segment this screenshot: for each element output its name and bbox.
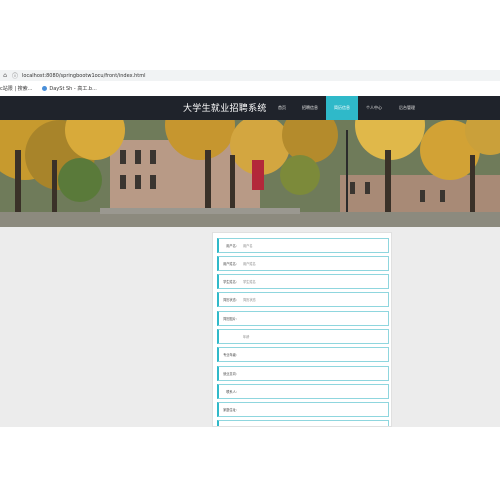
main-nav: 首页 招聘信息 简历信息 个人中心 后台管理 (270, 96, 424, 120)
field-label: 学生姓名： (223, 280, 239, 284)
field-placeholder: 用户姓名 (243, 262, 256, 266)
form-field-user-name[interactable]: 用户姓名： 用户姓名 (217, 256, 389, 271)
banner-image (0, 120, 500, 227)
field-label: 用户姓名： (223, 262, 239, 266)
info-icon[interactable]: ⓘ (10, 71, 20, 80)
form-field-contact[interactable]: 联系人： (217, 384, 389, 399)
field-label: 专业年级： (223, 353, 239, 357)
url-text[interactable]: localhost:8080/springbootw1ocu/front/ind… (22, 73, 146, 79)
nav-item-home[interactable]: 首页 (270, 96, 294, 120)
field-label: 用户名： (226, 244, 239, 248)
field-label: 联系人： (226, 390, 239, 394)
site-header: 大学生就业招聘系统 首页 招聘信息 简历信息 个人中心 后台管理 (0, 96, 500, 120)
nav-item-resume[interactable]: 简历信息 (326, 96, 358, 120)
form-field-address[interactable]: 家庭住址： (217, 402, 389, 417)
bookmark-item[interactable]: DaySt Sh - 高工.b... (42, 85, 97, 92)
form-field-resume-image[interactable]: 简历图片： (217, 311, 389, 326)
field-placeholder: 用户名 (243, 244, 253, 248)
field-placeholder: 学生姓名 (243, 280, 256, 284)
form-field-age[interactable]: 年龄 (217, 329, 389, 344)
globe-icon (42, 85, 48, 91)
field-placeholder: 简历状态 (243, 298, 256, 302)
bookmark-item[interactable]: c站限 | 搜索... (0, 85, 32, 92)
nav-item-jobs[interactable]: 招聘信息 (294, 96, 326, 120)
address-bar[interactable]: ⌂ ⓘ localhost:8080/springbootw1ocu/front… (0, 70, 500, 81)
site-title: 大学生就业招聘系统 (183, 104, 267, 114)
nav-item-admin[interactable]: 后台管理 (390, 96, 424, 120)
field-label: 简历状态： (223, 298, 239, 302)
form-field-extra[interactable] (217, 420, 389, 426)
bookmarks-bar: c站限 | 搜索... DaySt Sh - 高工.b... (0, 83, 500, 93)
home-icon[interactable]: ⌂ (0, 72, 10, 79)
bookmark-label: DaySt Sh - 高工.b... (49, 85, 97, 92)
form-field-major[interactable]: 专业年级： (217, 347, 389, 362)
nav-item-profile[interactable]: 个人中心 (358, 96, 390, 120)
field-label: 家庭住址： (223, 408, 239, 412)
form-field-student-name[interactable]: 学生姓名： 学生姓名 (217, 274, 389, 289)
field-label: 就业意向： (223, 372, 239, 376)
form-field-username[interactable]: 用户名： 用户名 (217, 238, 389, 253)
field-placeholder: 年龄 (243, 335, 250, 339)
form-field-intention[interactable]: 就业意向： (217, 366, 389, 381)
bookmark-label: c站限 | 搜索... (0, 85, 33, 92)
resume-form: 用户名： 用户名 用户姓名： 用户姓名 学生姓名： 学生姓名 简历状态： 简历状… (212, 232, 392, 427)
field-label: 简历图片： (223, 317, 239, 321)
form-field-resume-status[interactable]: 简历状态： 简历状态 (217, 292, 389, 307)
page: ⌂ ⓘ localhost:8080/springbootw1ocu/front… (0, 0, 500, 500)
